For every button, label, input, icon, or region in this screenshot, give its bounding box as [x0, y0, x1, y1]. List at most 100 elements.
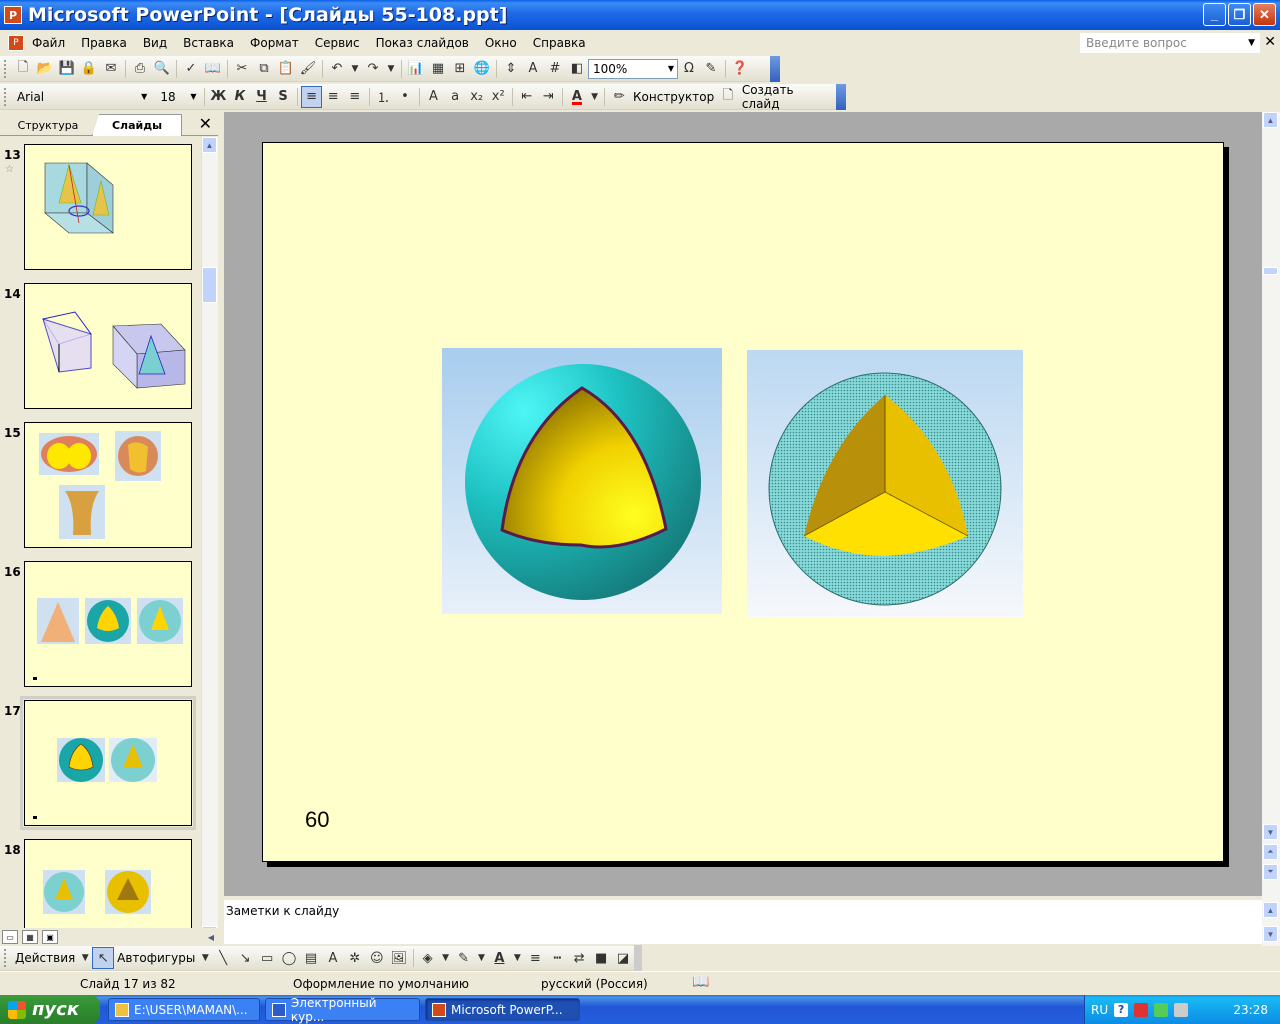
slide-thumbnail-14[interactable] — [24, 283, 192, 409]
font-size-select[interactable]: 18 ▼ — [155, 87, 200, 107]
menu-slideshow[interactable]: Показ слайдов — [368, 36, 477, 50]
cut-icon[interactable]: ✂ — [231, 58, 253, 80]
menu-file[interactable]: Файл — [24, 36, 73, 50]
spelling-status-icon[interactable]: 📖 — [692, 974, 709, 990]
superscript-icon[interactable]: x² — [487, 86, 509, 108]
chevron-down-icon[interactable]: ▼ — [141, 92, 147, 101]
subscript-icon[interactable]: x₂ — [466, 86, 488, 108]
new-slide-button[interactable]: Создать слайд — [739, 83, 837, 111]
shadow-style-icon[interactable]: ■ — [590, 947, 612, 969]
insert-hyperlink-icon[interactable]: 🌐 — [471, 58, 493, 80]
chevron-down-icon[interactable]: ▼ — [668, 64, 674, 73]
diagram-icon[interactable]: ✲ — [344, 947, 366, 969]
line-color-icon[interactable]: ✎ — [453, 947, 475, 969]
spelling-icon[interactable]: ✓ — [180, 58, 202, 80]
decrease-font-icon[interactable]: a — [444, 86, 466, 108]
expand-all-icon[interactable]: ⇕ — [500, 58, 522, 80]
show-grid-icon[interactable]: # — [544, 58, 566, 80]
numbered-list-icon[interactable]: ⒈ — [373, 86, 395, 108]
slide-sorter-icon[interactable]: ▦ — [22, 930, 38, 944]
arrow-style-icon[interactable]: ⇄ — [568, 947, 590, 969]
insert-table-icon[interactable]: ▦ — [427, 58, 449, 80]
slide-thumbnail-16[interactable] — [24, 561, 192, 687]
save-icon[interactable]: 💾 — [56, 58, 78, 80]
dash-style-icon[interactable]: ┅ — [546, 947, 568, 969]
redo-icon[interactable]: ↷ — [362, 58, 384, 80]
thumbnail-list[interactable]: 13 ☆ 14 15 16 17 18 — [0, 137, 200, 942]
slide-thumbnail-17[interactable] — [20, 696, 196, 830]
new-slide-icon[interactable]: 🗋 — [717, 86, 739, 108]
format-painter-icon[interactable]: 🖌 — [297, 58, 319, 80]
chevron-down-icon[interactable]: ▼ — [1248, 38, 1255, 48]
chevron-down-icon[interactable]: ▼ — [198, 947, 212, 969]
toolbar-options-icon[interactable] — [836, 83, 847, 110]
chevron-down-icon[interactable]: ▼ — [475, 947, 489, 969]
wordart-icon[interactable]: A — [322, 947, 344, 969]
menu-insert[interactable]: Вставка — [175, 36, 242, 50]
insert-chart-icon[interactable]: 📊 — [405, 58, 427, 80]
menu-edit[interactable]: Правка — [73, 36, 135, 50]
chevron-down-icon[interactable]: ▼ — [510, 947, 524, 969]
slide-thumbnail-13[interactable] — [24, 144, 192, 270]
scroll-thumb[interactable] — [1263, 267, 1278, 275]
task-powerpoint[interactable]: Microsoft PowerP... — [425, 998, 580, 1021]
font-color-draw-icon[interactable]: A — [488, 947, 510, 969]
menu-view[interactable]: Вид — [135, 36, 175, 50]
scroll-thumb[interactable] — [202, 267, 217, 303]
current-slide[interactable]: 60 — [262, 142, 1224, 862]
rectangle-tool-icon[interactable]: ▭ — [256, 947, 278, 969]
menu-help[interactable]: Справка — [525, 36, 594, 50]
sphere-octant-planes-image[interactable] — [747, 350, 1023, 618]
previous-slide-icon[interactable]: ⏶ — [1263, 844, 1278, 860]
bulleted-list-icon[interactable]: • — [394, 86, 416, 108]
thumbnail-scrollbar[interactable]: ▲ ▼ — [201, 137, 218, 942]
language-indicator[interactable]: RU — [1091, 1003, 1108, 1017]
toolbar-grip[interactable] — [4, 87, 8, 106]
autoshapes-menu[interactable]: Автофигуры — [114, 951, 198, 965]
close-button[interactable]: ✕ — [1253, 3, 1276, 26]
oval-tool-icon[interactable]: ◯ — [278, 947, 300, 969]
scroll-left-icon[interactable]: ◀ — [208, 933, 214, 942]
chevron-down-icon[interactable]: ▼ — [348, 58, 362, 80]
toolbar-options-icon[interactable] — [770, 55, 780, 82]
scroll-up-icon[interactable]: ▲ — [1263, 112, 1278, 128]
network-icon[interactable] — [1154, 1002, 1169, 1017]
actions-menu[interactable]: Действия — [12, 951, 78, 965]
show-formatting-icon[interactable]: A — [522, 58, 544, 80]
menu-window[interactable]: Окно — [477, 36, 525, 50]
minimize-button[interactable]: _ — [1203, 3, 1226, 26]
color-grayscale-icon[interactable]: ◧ — [566, 58, 588, 80]
tab-slides[interactable]: Слайды — [92, 114, 182, 136]
undo-icon[interactable]: ↶ — [326, 58, 348, 80]
scroll-up-icon[interactable]: ▲ — [202, 137, 217, 153]
line-tool-icon[interactable]: ╲ — [212, 947, 234, 969]
bold-button[interactable]: Ж — [208, 86, 230, 108]
tables-borders-icon[interactable]: ⊞ — [449, 58, 471, 80]
align-center-icon[interactable]: ≡ — [322, 86, 344, 108]
print-preview-icon[interactable]: 🔍 — [151, 58, 173, 80]
italic-button[interactable]: К — [229, 86, 251, 108]
scroll-down-icon[interactable]: ▼ — [1263, 824, 1278, 840]
font-color-icon[interactable]: A — [566, 86, 588, 108]
ask-question-input[interactable]: Введите вопрос ▼ — [1080, 33, 1260, 53]
slide-thumbnail-18[interactable] — [24, 839, 192, 942]
underline-button[interactable]: Ч — [251, 86, 273, 108]
task-explorer[interactable]: E:\USER\MAMAN\... — [108, 998, 260, 1021]
normal-view-icon[interactable]: ▭ — [2, 930, 18, 944]
clip-art-icon[interactable]: ☺ — [366, 947, 388, 969]
volume-icon[interactable] — [1174, 1002, 1189, 1017]
designer-button[interactable]: Конструктор — [630, 90, 717, 104]
start-button[interactable]: пуск — [0, 995, 100, 1024]
powerpoint-app-icon[interactable]: P — [4, 6, 22, 24]
ink-annotations-icon[interactable]: ✎ — [700, 58, 722, 80]
chevron-down-icon[interactable]: ▼ — [384, 58, 398, 80]
slideshow-view-icon[interactable]: ▣ — [42, 930, 58, 944]
next-slide-icon[interactable]: ⏷ — [1263, 864, 1278, 880]
shadow-button[interactable]: S — [272, 86, 294, 108]
close-pane-icon[interactable]: ✕ — [199, 114, 212, 134]
task-word[interactable]: Электронный кур... — [265, 996, 420, 1024]
chevron-down-icon[interactable]: ▼ — [588, 86, 602, 108]
text-box-icon[interactable]: ▤ — [300, 947, 322, 969]
help-icon[interactable]: ❓ — [729, 58, 751, 80]
zoom-select[interactable]: 100% ▼ — [588, 58, 678, 79]
